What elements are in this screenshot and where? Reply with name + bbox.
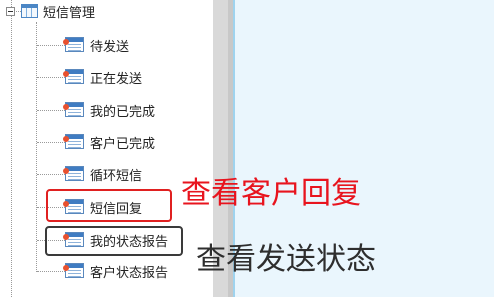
table-folder-icon xyxy=(21,4,38,18)
table-icon xyxy=(63,37,84,52)
tree-item-sending[interactable]: 正在发送 xyxy=(0,66,213,88)
tree-item-my-completed[interactable]: 我的已完成 xyxy=(0,99,213,121)
highlight-box-sms-reply xyxy=(46,189,172,222)
table-icon xyxy=(63,166,84,181)
tree-item-pending[interactable]: 待发送 xyxy=(0,34,213,56)
table-icon xyxy=(63,134,84,149)
collapse-icon[interactable] xyxy=(6,7,15,16)
annotation-view-send-status: 查看发送状态 xyxy=(196,242,376,277)
tree-item-label: 正在发送 xyxy=(90,72,143,87)
tree-item-customer-status-report[interactable]: 客户状态报告 xyxy=(0,260,213,282)
tree-root-sms-management[interactable]: 短信管理 xyxy=(0,1,213,23)
tree-item-customer-completed[interactable]: 客户已完成 xyxy=(0,131,213,153)
tree-item-label: 客户状态报告 xyxy=(90,266,169,281)
tree-item-label: 循环短信 xyxy=(90,169,143,184)
table-icon xyxy=(63,263,84,278)
highlight-box-status-report xyxy=(45,226,183,256)
table-icon xyxy=(63,69,84,84)
tree-root-label: 短信管理 xyxy=(43,6,96,21)
annotation-view-customer-reply: 查看客户回复 xyxy=(181,176,361,211)
tree-item-label: 待发送 xyxy=(90,40,130,55)
table-icon xyxy=(63,102,84,117)
tree-item-label: 我的已完成 xyxy=(90,105,156,120)
tree-item-label: 客户已完成 xyxy=(90,137,156,152)
